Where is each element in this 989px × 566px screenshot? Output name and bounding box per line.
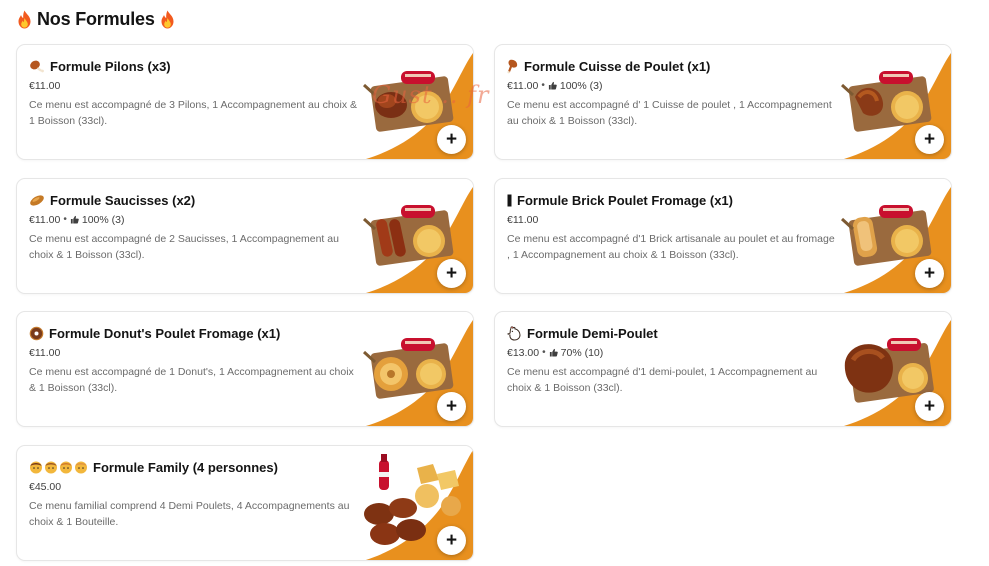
food-photo: + [359, 312, 473, 426]
food-photo: + [359, 45, 473, 159]
card-description: Ce menu est accompagné de 3 Pilons, 1 Ac… [29, 99, 358, 127]
rating: 100% (3) [81, 213, 125, 226]
drumstick-icon [29, 59, 45, 73]
rating: 70% (10) [560, 346, 604, 359]
fire-icon [160, 10, 175, 29]
price: €11.00 [507, 79, 539, 92]
add-button[interactable]: + [437, 259, 466, 288]
separator-dot: • [541, 80, 545, 91]
chicken-leg-icon [507, 59, 519, 74]
separator-dot: • [542, 347, 546, 358]
section-header: Nos Formules [17, 6, 175, 32]
add-button[interactable]: + [915, 259, 944, 288]
add-button[interactable]: + [915, 392, 944, 421]
add-button[interactable]: + [437, 392, 466, 421]
brick-icon [507, 194, 512, 207]
price: €11.00 [507, 213, 539, 226]
card-description: Ce menu est accompagné de 1 Donut's, 1 A… [29, 366, 354, 394]
add-button[interactable]: + [915, 125, 944, 154]
card-title: Formule Demi-Poulet [527, 325, 658, 341]
face-icon [60, 461, 72, 474]
rating: 100% (3) [559, 79, 603, 92]
price: €11.00 [29, 346, 61, 359]
food-photo: + [837, 179, 951, 293]
add-button[interactable]: + [437, 526, 466, 555]
card-title: Formule Brick Poulet Fromage (x1) [517, 192, 733, 208]
rooster-icon [507, 325, 522, 341]
face-icon [75, 461, 87, 474]
food-photo: + [359, 179, 473, 293]
thumbs-up-icon [549, 348, 558, 357]
face-icon [30, 461, 42, 474]
menu-card-pilons[interactable]: Formule Pilons (x3) €11.00 Ce menu est a… [16, 44, 474, 160]
menu-card-brick-poulet-fromage[interactable]: Formule Brick Poulet Fromage (x1) €11.00… [494, 178, 952, 294]
card-title: Formule Family (4 personnes) [93, 459, 278, 475]
card-title: Formule Pilons (x3) [50, 58, 171, 74]
menu-card-family[interactable]: Formule Family (4 personnes) €45.00 Ce m… [16, 445, 474, 561]
card-description: Ce menu est accompagné d'1 demi-poulet, … [507, 366, 818, 394]
thumbs-up-icon [70, 215, 79, 224]
price: €11.00 [29, 213, 61, 226]
separator-dot: • [63, 214, 67, 225]
sausage-icon [29, 194, 45, 207]
face-icon [45, 461, 57, 474]
card-description: Ce menu familial comprend 4 Demi Poulets… [29, 500, 350, 528]
donut-icon [29, 326, 44, 341]
card-description: Ce menu est accompagné d'1 Brick artisan… [507, 233, 835, 261]
card-title: Formule Cuisse de Poulet (x1) [524, 58, 711, 74]
price: €45.00 [29, 480, 62, 493]
card-description: Ce menu est accompagné d' 1 Cuisse de po… [507, 99, 832, 127]
price: €11.00 [29, 79, 61, 92]
menu-card-demi-poulet[interactable]: Formule Demi-Poulet €13.00 • 70% (10) Ce… [494, 311, 952, 427]
card-title: Formule Donut's Poulet Fromage (x1) [49, 325, 281, 341]
food-photo: + [837, 45, 951, 159]
food-photo: + [359, 446, 473, 560]
thumbs-up-icon [548, 81, 557, 90]
fire-icon [17, 10, 32, 29]
section-title: Nos Formules [37, 8, 155, 29]
card-description: Ce menu est accompagné de 2 Saucisses, 1… [29, 233, 339, 261]
add-button[interactable]: + [437, 125, 466, 154]
card-title: Formule Saucisses (x2) [50, 192, 196, 208]
menu-card-donuts-poulet-fromage[interactable]: Formule Donut's Poulet Fromage (x1) €11.… [16, 311, 474, 427]
menu-card-cuisse-de-poulet[interactable]: Formule Cuisse de Poulet (x1) €11.00 • 1… [494, 44, 952, 160]
menu-card-saucisses[interactable]: Formule Saucisses (x2) €11.00 • 100% (3)… [16, 178, 474, 294]
food-photo: + [837, 312, 951, 426]
price: €13.00 [507, 346, 540, 359]
